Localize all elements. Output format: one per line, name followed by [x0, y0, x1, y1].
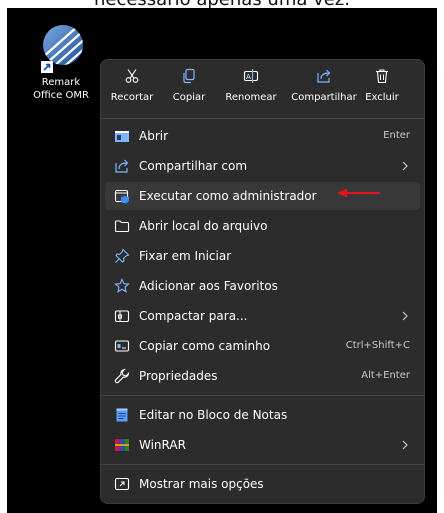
menu-item-winrar[interactable]: WinRAR: [105, 431, 420, 459]
menu-item-show-more-options[interactable]: Mostrar mais opções: [105, 470, 420, 498]
shortcut-text: Alt+Enter: [361, 370, 410, 381]
trash-icon: [376, 69, 388, 84]
chevron-right-icon: [402, 311, 408, 321]
delete-label: Excluir: [365, 92, 399, 103]
svg-text:A: A: [246, 73, 251, 81]
remark-office-omr-shortcut[interactable]: [37, 23, 87, 73]
shield-admin-icon: [114, 189, 129, 204]
chevron-right-icon: [402, 440, 408, 450]
notepad-icon: [116, 408, 128, 422]
rename-icon: A: [243, 69, 259, 83]
copy-icon: [183, 68, 195, 84]
shortcut-label: Remark Office OMR: [21, 76, 101, 102]
menu-item-edit-in-notepad[interactable]: Editar no Bloco de Notas: [105, 401, 420, 429]
cut-button[interactable]: Recortar: [107, 68, 157, 114]
share-button[interactable]: Compartilhar: [289, 68, 359, 114]
menu-item-label: Adicionar aos Favoritos: [139, 279, 278, 293]
app-window-icon: [115, 131, 129, 142]
shortcut-label-line2: Office OMR: [33, 90, 89, 101]
menu-item-label: Mostrar mais opções: [139, 477, 264, 491]
cut-label: Recortar: [110, 92, 154, 103]
menu-item-label: Abrir: [139, 129, 169, 143]
share-label: Compartilhar: [291, 92, 357, 103]
menu-item-label: Propriedades: [139, 369, 218, 383]
menu-item-properties[interactable]: Propriedades Alt+Enter: [105, 362, 420, 390]
menu-item-label: Fixar em Iniciar: [139, 249, 232, 263]
share-icon: [115, 159, 129, 173]
copy-button[interactable]: Copiar: [169, 68, 209, 114]
menu-item-label: Editar no Bloco de Notas: [139, 408, 288, 422]
menu-item-label: Copiar como caminho: [139, 339, 271, 353]
winrar-icon: [115, 439, 129, 451]
separator: [101, 464, 424, 465]
context-menu-toolbar: Recortar Copiar A Renomear Compartilhar …: [101, 60, 424, 118]
rename-button[interactable]: A Renomear: [218, 68, 284, 114]
context-menu: Recortar Copiar A Renomear Compartilhar …: [100, 59, 425, 504]
folder-icon: [114, 220, 130, 233]
red-arrow-annotation: [337, 188, 380, 198]
delete-button[interactable]: Excluir: [360, 68, 404, 114]
menu-item-add-to-favorites[interactable]: Adicionar aos Favoritos: [105, 272, 420, 300]
menu-item-open[interactable]: Abrir Enter: [105, 122, 420, 150]
menu-item-pin-to-start[interactable]: Fixar em Iniciar: [105, 242, 420, 270]
menu-item-copy-as-path[interactable]: Copiar como caminho Ctrl+Shift+C: [105, 332, 420, 360]
menu-item-label: Compactar para...: [139, 309, 248, 323]
wrench-icon: [114, 368, 130, 384]
path-icon: [114, 340, 130, 352]
star-icon: [114, 278, 130, 293]
menu-item-compress-to[interactable]: Compactar para...: [105, 302, 420, 330]
separator: [101, 118, 424, 119]
menu-item-label: WinRAR: [139, 438, 186, 452]
shortcut-label-line1: Remark: [41, 77, 81, 88]
copy-label: Copiar: [172, 92, 206, 103]
more-options-icon: [114, 477, 130, 491]
share-icon: [317, 69, 331, 83]
scissors-icon: [125, 69, 139, 83]
pin-icon: [115, 248, 130, 263]
menu-item-share-with[interactable]: Compartilhar com: [105, 152, 420, 180]
menu-item-label: Abrir local do arquivo: [139, 219, 268, 233]
archive-icon: [114, 310, 130, 323]
menu-item-label: Executar como administrador: [139, 189, 317, 203]
menu-item-label: Compartilhar com: [139, 159, 248, 173]
chevron-right-icon: [402, 161, 408, 171]
desktop: Remark Office OMR Recortar Copiar A Reno…: [7, 8, 437, 513]
shortcut-text: Ctrl+Shift+C: [345, 340, 410, 351]
remark-omr-logo-icon: [41, 25, 83, 73]
menu-item-open-file-location[interactable]: Abrir local do arquivo: [105, 212, 420, 240]
rename-label: Renomear: [225, 92, 277, 103]
shortcut-text: Enter: [383, 130, 410, 141]
separator: [101, 395, 424, 396]
